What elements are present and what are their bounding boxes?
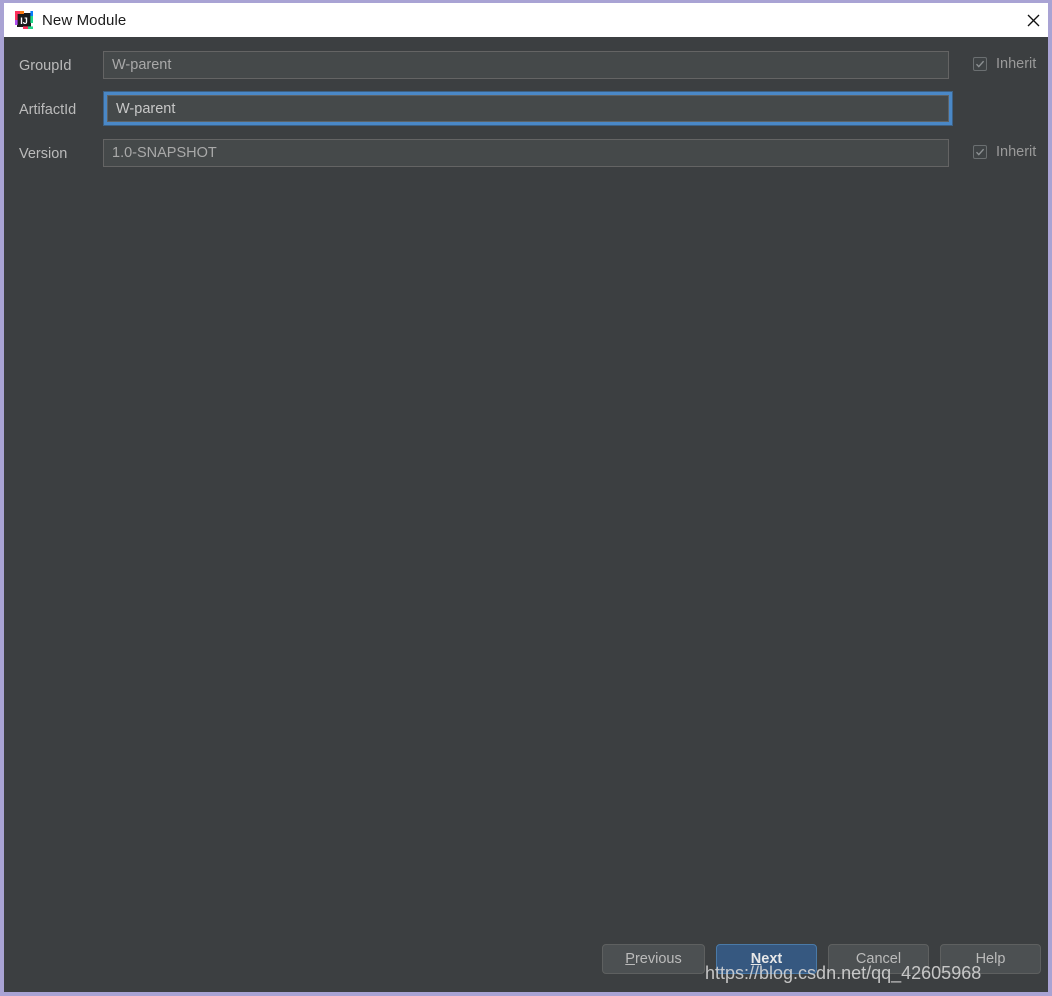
help-button[interactable]: Help [940, 944, 1041, 974]
form-row-version: Version Inherit [8, 135, 1048, 179]
version-inherit-label: Inherit [996, 144, 1037, 160]
title-bar: IJ New Module [4, 0, 1048, 37]
window-controls [1010, 3, 1048, 37]
version-input[interactable] [103, 139, 949, 167]
previous-button[interactable]: Previous [602, 944, 705, 974]
title-bar-left: IJ New Module [4, 11, 1010, 29]
previous-button-label: revious [634, 951, 682, 967]
close-icon[interactable] [1010, 3, 1048, 37]
new-module-dialog: IJ New Module GroupId W-parent Inherit A… [0, 0, 1052, 996]
maven-coordinates-form: GroupId Inherit ArtifactId [8, 47, 1048, 179]
dialog-button-bar: Previous Next Cancel Help [8, 944, 1048, 984]
next-button-label: ext [761, 951, 783, 967]
previous-button-mnemonic: P [625, 951, 635, 967]
window-title: New Module [42, 11, 127, 29]
form-row-groupid: GroupId Inherit [8, 47, 1048, 91]
checkmark-icon [973, 145, 987, 159]
groupid-inherit-label: Inherit [996, 56, 1037, 72]
next-button[interactable]: Next [716, 944, 817, 974]
version-field-wrap [103, 139, 949, 167]
next-button-mnemonic: N [750, 951, 762, 967]
groupid-field-wrap [103, 51, 949, 79]
help-button-label: Help [975, 951, 1006, 967]
cancel-button[interactable]: Cancel [828, 944, 929, 974]
groupid-input[interactable] [103, 51, 949, 79]
version-inherit-checkbox[interactable]: Inherit [973, 144, 1036, 160]
groupid-inherit-checkbox[interactable]: Inherit [973, 56, 1036, 72]
dialog-content: GroupId Inherit ArtifactId [8, 37, 1048, 992]
intellij-idea-icon: IJ [15, 11, 33, 29]
cancel-button-label: Cancel [855, 951, 902, 967]
artifactid-field-wrap [103, 91, 953, 126]
version-label: Version [19, 146, 68, 162]
svg-text:IJ: IJ [20, 16, 28, 26]
artifactid-input[interactable] [107, 95, 949, 122]
groupid-label: GroupId [19, 58, 72, 74]
form-row-artifactid: ArtifactId [8, 91, 1048, 135]
artifactid-label: ArtifactId [19, 102, 77, 118]
checkmark-icon [973, 57, 987, 71]
